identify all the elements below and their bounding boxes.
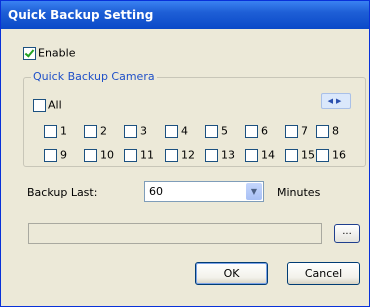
camera-checkbox-box[interactable]	[84, 124, 97, 138]
camera-checkbox-box[interactable]	[285, 124, 298, 138]
camera-checkbox-box[interactable]	[165, 124, 178, 138]
camera-checkbox-7[interactable]: 7	[285, 124, 308, 138]
camera-checkbox-box[interactable]	[44, 124, 57, 138]
camera-label: 14	[261, 148, 275, 162]
camera-label: 1	[60, 124, 67, 138]
all-checkbox-box[interactable]	[33, 98, 46, 112]
camera-groupbox: Quick Backup Camera All ◀▶ 1 2 3 4 5 6 7 8 9 10 11…	[23, 70, 366, 167]
camera-checkbox-box[interactable]	[285, 148, 298, 162]
camera-checkbox-box[interactable]	[205, 148, 218, 162]
camera-label: 7	[301, 124, 308, 138]
camera-label: 4	[181, 124, 188, 138]
camera-checkbox-box[interactable]	[124, 148, 137, 162]
chevron-down-icon[interactable]: ▼	[246, 183, 262, 200]
camera-label: 6	[261, 124, 268, 138]
browse-button[interactable]: ...	[334, 224, 360, 243]
backup-last-dropdown[interactable]: 60 ▼	[144, 181, 264, 202]
camera-group-title: Quick Backup Camera	[31, 70, 157, 83]
camera-label: 11	[140, 148, 154, 162]
backup-last-label: Backup Last:	[27, 186, 98, 199]
camera-label: 8	[332, 124, 339, 138]
camera-checkbox-6[interactable]: 6	[245, 124, 268, 138]
camera-label: 13	[221, 148, 235, 162]
camera-label: 15	[301, 148, 315, 162]
left-right-arrows-icon[interactable]: ◀▶	[321, 93, 351, 109]
camera-checkbox-box[interactable]	[245, 124, 258, 138]
camera-label: 16	[332, 148, 346, 162]
backup-last-value: 60	[149, 185, 163, 198]
camera-checkbox-10[interactable]: 10	[84, 148, 114, 162]
camera-label: 10	[100, 148, 114, 162]
minutes-label: Minutes	[277, 186, 321, 199]
camera-checkbox-15[interactable]: 15	[285, 148, 315, 162]
camera-checkbox-box[interactable]	[205, 124, 218, 138]
camera-checkbox-9[interactable]: 9	[44, 148, 67, 162]
camera-label: 2	[100, 124, 107, 138]
camera-checkbox-box[interactable]	[316, 148, 329, 162]
camera-checkbox-3[interactable]: 3	[124, 124, 147, 138]
all-label: All	[48, 98, 62, 112]
camera-checkbox-5[interactable]: 5	[205, 124, 228, 138]
camera-checkbox-4[interactable]: 4	[165, 124, 188, 138]
ok-button[interactable]: OK	[195, 262, 268, 285]
camera-checkbox-1[interactable]: 1	[44, 124, 67, 138]
camera-checkbox-12[interactable]: 12	[165, 148, 195, 162]
backup-path-field	[28, 223, 322, 244]
camera-checkbox-box[interactable]	[44, 148, 57, 162]
quick-backup-dialog: Quick Backup Setting Enable Quick Backup…	[0, 0, 370, 307]
camera-checkbox-11[interactable]: 11	[124, 148, 154, 162]
camera-checkbox-box[interactable]	[84, 148, 97, 162]
camera-checkbox-13[interactable]: 13	[205, 148, 235, 162]
camera-checkbox-box[interactable]	[245, 148, 258, 162]
camera-checkbox-box[interactable]	[124, 124, 137, 138]
camera-checkbox-2[interactable]: 2	[84, 124, 107, 138]
camera-label: 12	[181, 148, 195, 162]
camera-checkbox-16[interactable]: 16	[316, 148, 346, 162]
enable-checkbox-box[interactable]	[23, 46, 36, 60]
camera-checkbox-14[interactable]: 14	[245, 148, 275, 162]
window-title: Quick Backup Setting	[1, 1, 369, 29]
camera-checkbox-box[interactable]	[316, 124, 329, 138]
camera-checkbox-box[interactable]	[165, 148, 178, 162]
camera-label: 5	[221, 124, 228, 138]
camera-label: 9	[60, 148, 67, 162]
enable-label: Enable	[38, 46, 76, 60]
all-cameras-checkbox[interactable]: All	[33, 98, 62, 112]
cancel-button[interactable]: Cancel	[287, 262, 360, 285]
enable-checkbox[interactable]: Enable	[23, 46, 75, 60]
camera-label: 3	[140, 124, 147, 138]
camera-checkbox-8[interactable]: 8	[316, 124, 339, 138]
